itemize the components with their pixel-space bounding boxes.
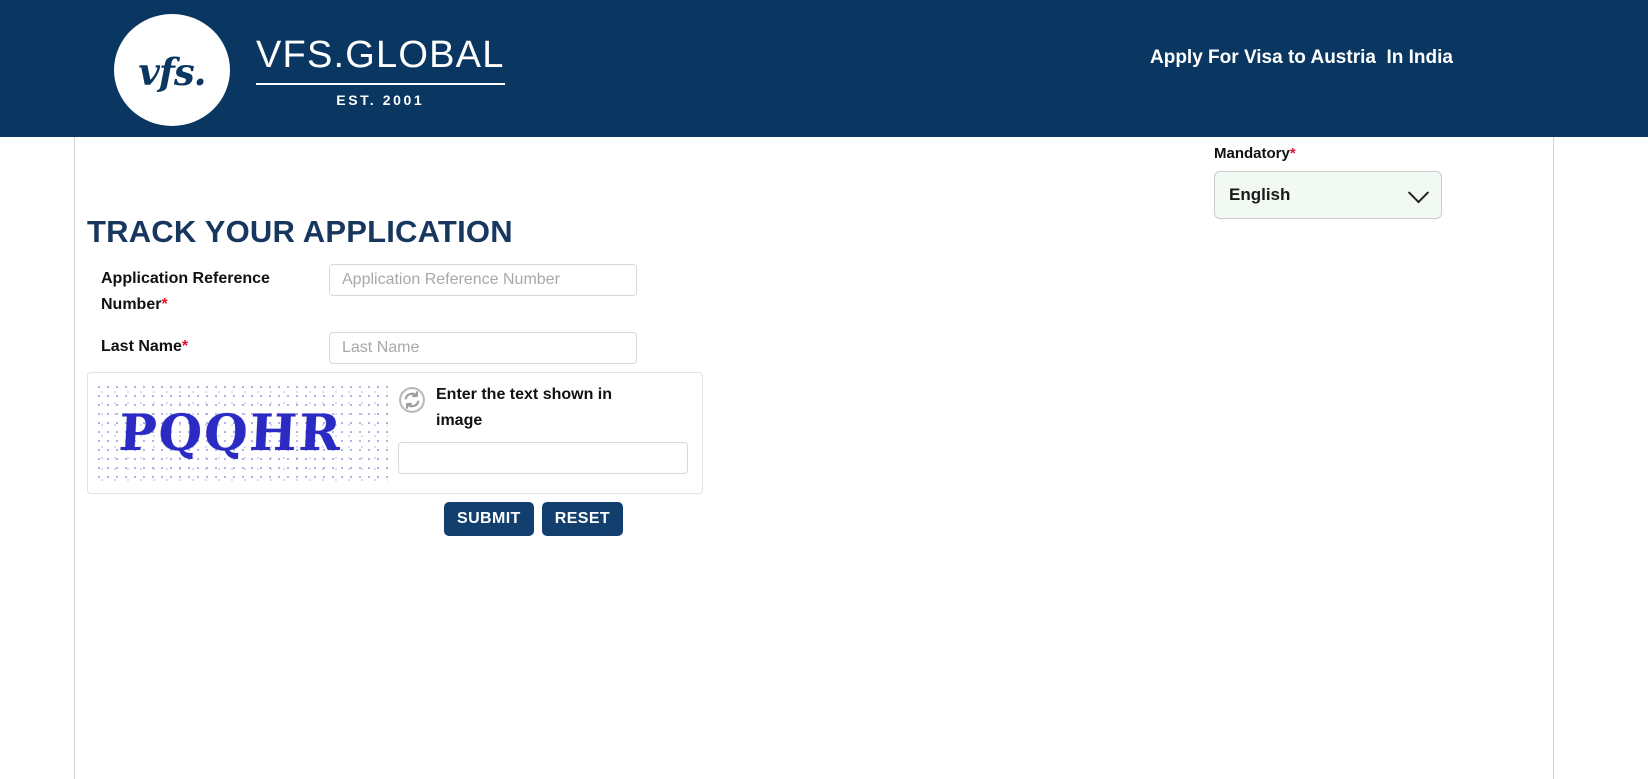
chevron-down-icon (1407, 182, 1430, 204)
captcha-header: Enter the text shown in image (398, 382, 696, 433)
captcha-input[interactable] (398, 442, 688, 475)
last-name-label: Last Name* (101, 332, 329, 360)
logo-established-year: EST. 2001 (256, 82, 505, 108)
form-row-application-reference-number: Application Reference Number* (101, 264, 701, 318)
form-row-last-name: Last Name* (101, 331, 701, 364)
submit-button[interactable]: SUBMIT (444, 502, 534, 537)
captcha-image: PQQHR (97, 385, 388, 481)
logo-text-block: VFS.GLOBAL EST. 2001 (256, 34, 505, 108)
application-reference-number-label-text: Application Reference Number (101, 270, 270, 313)
track-application-form: Application Reference Number* Last Name* (101, 264, 701, 378)
captcha-challenge-text: PQQHR (117, 403, 345, 462)
site-header: vfs. VFS.GLOBAL EST. 2001 Apply For Visa… (0, 0, 1648, 137)
captcha-hint-label: Enter the text shown in image (436, 386, 613, 429)
mandatory-required-star: * (1289, 145, 1296, 162)
vfs-logo-badge: vfs. (114, 14, 230, 126)
logo-title: VFS.GLOBAL (256, 34, 505, 77)
application-reference-number-label: Application Reference Number* (101, 264, 329, 318)
last-name-input[interactable] (329, 331, 637, 364)
form-action-buttons: SUBMIT RESET (444, 502, 624, 537)
captcha-box: PQQHR Enter the text shown in image (87, 372, 703, 494)
last-name-label-text: Last Name (101, 337, 182, 355)
language-selector-area: Mandatory* English (1214, 146, 1464, 219)
content-panel: Mandatory* English TRACK YOUR APPLICATIO… (74, 137, 1554, 779)
reset-button[interactable]: RESET (541, 502, 624, 537)
header-visa-context-text: Apply For Visa to Austria In India (1150, 47, 1453, 68)
language-select[interactable]: English (1214, 171, 1442, 219)
vfs-logo-mark: vfs. (138, 49, 206, 94)
mandatory-label: Mandatory* (1214, 146, 1464, 161)
application-reference-number-input[interactable] (329, 264, 637, 296)
refresh-icon[interactable] (398, 386, 426, 419)
last-name-required-star: * (181, 337, 189, 355)
mandatory-label-text: Mandatory (1214, 145, 1290, 162)
application-reference-number-required-star: * (161, 295, 168, 313)
vfs-global-logo[interactable]: vfs. VFS.GLOBAL EST. 2001 (114, 14, 505, 126)
captcha-controls: Enter the text shown in image (398, 382, 696, 475)
page-title: TRACK YOUR APPLICATION (87, 214, 513, 249)
language-select-value: English (1229, 185, 1291, 204)
